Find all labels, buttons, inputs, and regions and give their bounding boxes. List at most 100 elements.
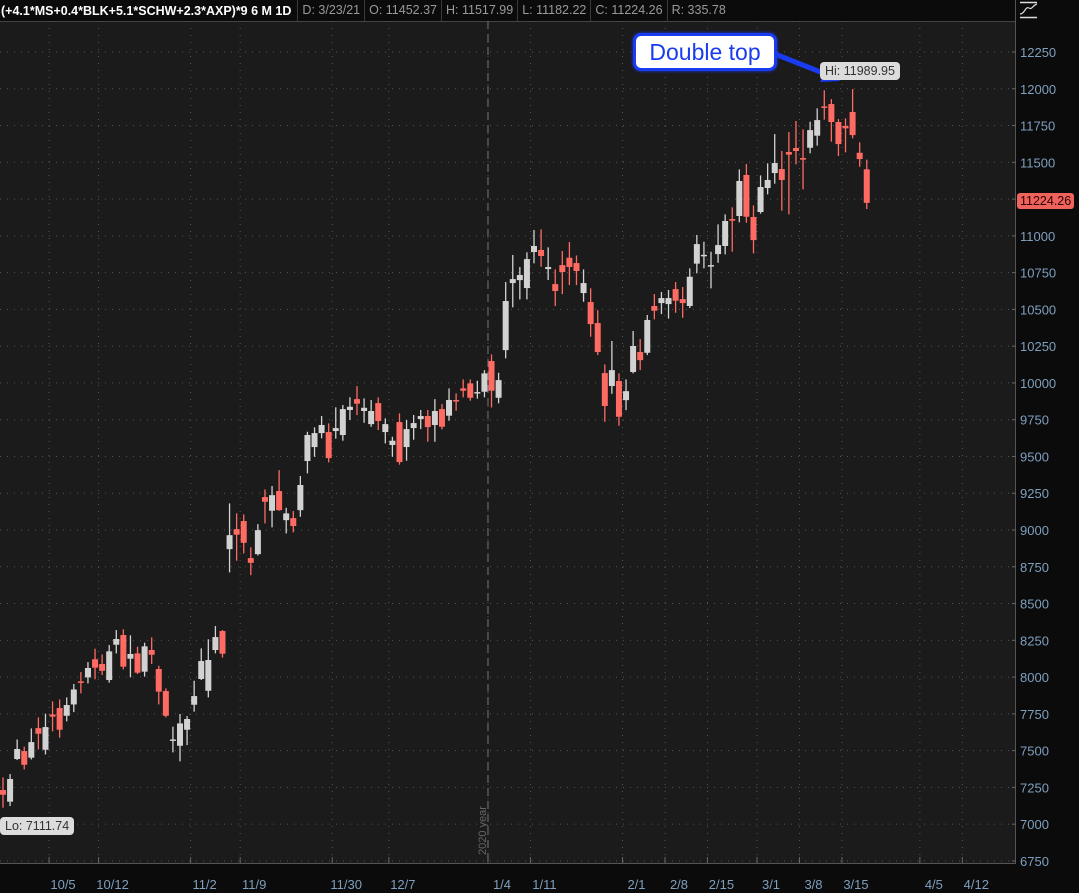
candle-body: [580, 283, 587, 294]
y-tick-label: 8000: [1020, 670, 1049, 685]
candle-body: [205, 660, 212, 691]
candle-body: [84, 667, 91, 678]
y-tick-label: 10000: [1020, 376, 1056, 391]
candle-body: [516, 274, 523, 281]
candle-body: [261, 497, 268, 502]
x-tick-label: 4/12: [964, 877, 989, 892]
y-tick-label: 7250: [1020, 780, 1049, 795]
candle-body: [800, 158, 807, 160]
candle-body: [446, 399, 453, 416]
candle-body: [573, 263, 580, 272]
y-tick-label: 7500: [1020, 744, 1049, 759]
chart-header: (+4.1*MS+0.4*BLK+5.1*SCHW+2.3*AXP)*9 6 M…: [0, 0, 1015, 21]
candle-body: [226, 535, 233, 550]
candle-body: [35, 728, 42, 734]
y-tick-label: 9250: [1020, 486, 1049, 501]
candle-body: [297, 485, 304, 511]
candle-body: [722, 220, 729, 246]
candle-body: [0, 790, 6, 795]
y-tick-label: 8750: [1020, 560, 1049, 575]
candle-body: [375, 403, 382, 422]
candle-body: [70, 689, 77, 705]
candle-body: [587, 302, 594, 325]
candle-body: [623, 391, 630, 401]
candle-body: [169, 739, 176, 741]
candle-body: [743, 174, 750, 217]
y-tick-label: 10250: [1020, 339, 1056, 354]
candle-body: [700, 254, 707, 257]
candle-body: [42, 727, 49, 750]
candle-body: [63, 705, 70, 716]
candle-body: [304, 434, 311, 462]
symbol-title[interactable]: (+4.1*MS+0.4*BLK+5.1*SCHW+2.3*AXP)*9 6 M…: [0, 4, 297, 18]
candle-body: [311, 433, 318, 448]
y-tick-label: 8500: [1020, 597, 1049, 612]
candle-body: [113, 638, 120, 645]
candle-body: [212, 637, 219, 651]
candle-body: [28, 742, 35, 758]
candle-body: [665, 298, 672, 305]
candle-body: [679, 299, 686, 304]
x-tick-label: 4/5: [925, 877, 943, 892]
x-tick-label: 2/15: [709, 877, 734, 892]
x-tick-label: 11/2: [192, 877, 216, 892]
candle-body: [56, 707, 63, 730]
candle-body: [438, 409, 445, 427]
candle-body: [821, 106, 828, 108]
candle-body: [92, 659, 99, 668]
y-tick-label: 12250: [1020, 45, 1056, 60]
candle-body: [757, 187, 764, 213]
date-readout: D: 3/23/21: [297, 0, 364, 21]
candle-body: [693, 244, 700, 264]
candle-body: [134, 653, 141, 673]
x-tick-label: 10/12: [96, 877, 129, 892]
x-tick-label: 1/4: [493, 877, 511, 892]
candle-body: [672, 289, 679, 301]
candle-down: [219, 630, 226, 658]
x-tick-label: 11/9: [242, 877, 266, 892]
price-axis[interactable]: [1016, 0, 1079, 893]
candle-body: [842, 125, 849, 129]
symbol-expression: (+4.1*MS+0.4*BLK+5.1*SCHW+2.3*AXP)*9: [1, 3, 248, 18]
studies-icon[interactable]: [1019, 1, 1041, 19]
candle-body: [368, 411, 375, 425]
candle-body: [467, 383, 474, 398]
candle-up: [644, 314, 651, 356]
candle-body: [785, 152, 792, 155]
candle-body: [424, 416, 431, 428]
candle-body: [276, 491, 283, 511]
candle-body: [21, 751, 28, 765]
close-readout: C: 11224.26: [590, 0, 666, 21]
candle-body: [77, 681, 84, 683]
period-label: 6 M 1D: [251, 3, 292, 18]
plot-area[interactable]: [0, 21, 1015, 863]
candle-body: [863, 169, 870, 203]
candle-body: [764, 179, 771, 189]
candle-body: [318, 424, 325, 434]
candle-body: [488, 361, 495, 391]
candle-body: [608, 370, 615, 387]
candle-body: [141, 646, 148, 672]
candle-down: [162, 688, 169, 718]
candle-body: [247, 558, 254, 563]
candle-body: [417, 416, 424, 420]
candle-body: [453, 399, 460, 402]
y-tick-label: 10500: [1020, 302, 1056, 317]
year-separator-label: 2020 year: [477, 806, 489, 855]
candle-body: [814, 120, 821, 136]
candle-body: [594, 323, 601, 353]
y-tick-label: 7750: [1020, 707, 1049, 722]
y-tick-label: 8250: [1020, 633, 1049, 648]
candle-body: [523, 259, 530, 289]
candle-body: [269, 495, 276, 511]
candle-body: [771, 163, 778, 174]
candle-body: [615, 381, 622, 417]
candle-body: [389, 440, 396, 445]
low-label: Lo: 7111.74: [0, 817, 75, 835]
candle-body: [106, 651, 113, 681]
candle-body: [658, 298, 665, 304]
candle-body: [849, 112, 856, 136]
candlestick-chart: 1225012000117501150011250110001075010500…: [0, 0, 1079, 893]
candle-body: [637, 352, 644, 361]
candle-body: [233, 529, 240, 535]
